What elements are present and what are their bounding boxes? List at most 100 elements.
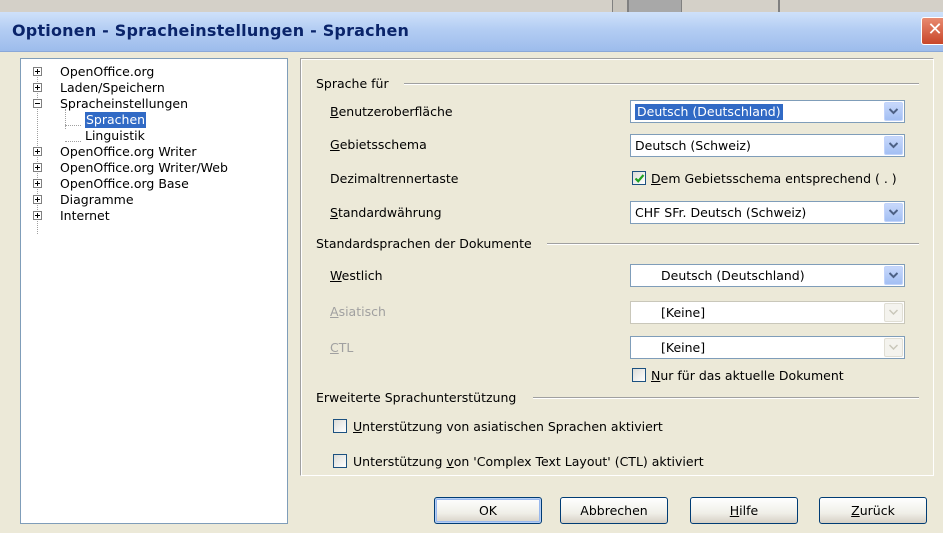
label-text: nterstützung von asiatischen Sprachen ak… xyxy=(362,419,663,434)
label-text: Unterstützung xyxy=(353,454,447,469)
locale-select[interactable]: Deutsch (Schweiz) xyxy=(630,134,905,157)
label-text: on 'Complex Text Layout' (CTL) aktiviert xyxy=(453,454,704,469)
tree-item-label: OpenOffice.org Base xyxy=(60,176,189,191)
label-text: siatisch xyxy=(338,304,386,319)
tree-item-label: Spracheinstellungen xyxy=(60,96,188,111)
currency-select[interactable]: CHF SFr. Deutsch (Schweiz) xyxy=(630,201,905,224)
chevron-down-icon xyxy=(889,309,898,316)
cancel-button[interactable]: Abbrechen xyxy=(560,497,668,524)
asian-language-select[interactable]: [Keine] xyxy=(630,301,905,324)
dropdown-button[interactable] xyxy=(884,303,903,322)
chevron-down-icon xyxy=(889,272,898,279)
label-text: TL xyxy=(338,340,354,355)
mnemonic: H xyxy=(729,503,740,518)
label-text: ilfe xyxy=(739,503,759,518)
mnemonic: W xyxy=(330,268,342,283)
mnemonic: S xyxy=(330,205,338,220)
current-document-only-checkbox[interactable] xyxy=(632,368,646,382)
tree-item-label: Internet xyxy=(60,208,110,223)
ctl-support-checkbox[interactable] xyxy=(333,454,347,468)
ctl-label: CTL xyxy=(330,340,353,356)
decimal-separator-label: Dezimaltrennertaste xyxy=(330,171,459,186)
mnemonic: v xyxy=(446,454,454,469)
tree-item-label: Laden/Speichern xyxy=(60,80,165,95)
tree-item-label: OpenOffice.org Writer xyxy=(60,144,197,159)
title-bar[interactable]: Optionen - Spracheinstellungen - Sprache… xyxy=(0,12,943,52)
chevron-down-icon xyxy=(889,344,898,351)
ctl-support-label[interactable]: Unterstützung von 'Complex Text Layout' … xyxy=(353,454,704,470)
plus-box-icon[interactable] xyxy=(33,179,42,188)
chevron-down-icon xyxy=(889,108,898,115)
asian-support-label[interactable]: Unterstützung von asiatischen Sprachen a… xyxy=(353,419,663,435)
mnemonic: B xyxy=(330,104,339,119)
tree-item-label: Sprachen xyxy=(85,112,147,128)
current-document-only-label[interactable]: Nur für das aktuelle Dokument xyxy=(651,368,844,384)
tree-connector xyxy=(65,125,81,126)
tree-connector xyxy=(65,109,66,129)
options-tree[interactable]: OpenOffice.org Laden/Speichern Sprachein… xyxy=(20,58,288,524)
label-text: estlich xyxy=(341,268,383,283)
label-text: ur für das aktuelle Dokument xyxy=(660,368,844,383)
dropdown-button[interactable] xyxy=(884,266,903,285)
mnemonic: Z xyxy=(851,503,860,518)
mnemonic: A xyxy=(330,304,339,319)
currency-label: Standardwährung xyxy=(330,205,442,221)
plus-box-icon[interactable] xyxy=(33,163,42,172)
tree-item-label: Diagramme xyxy=(60,192,134,207)
checkmark-icon xyxy=(634,174,645,183)
plus-box-icon[interactable] xyxy=(33,67,42,76)
plus-box-icon[interactable] xyxy=(33,195,42,204)
mnemonic: G xyxy=(330,137,340,152)
dropdown-button[interactable] xyxy=(884,338,903,357)
dropdown-button[interactable] xyxy=(884,136,903,155)
close-icon: ✕ xyxy=(927,19,943,40)
locale-label: Gebietsschema xyxy=(330,137,427,153)
section-enhanced-support: Erweiterte Sprachunterstützung xyxy=(316,390,517,405)
western-language-select[interactable]: Deutsch (Deutschland) xyxy=(630,264,905,287)
selected-value: Deutsch (Deutschland) xyxy=(661,268,805,283)
tree-connector xyxy=(65,141,81,142)
selected-value: [Keine] xyxy=(661,340,706,355)
mnemonic: U xyxy=(353,419,363,434)
dropdown-button[interactable] xyxy=(884,203,903,222)
background-window-strip xyxy=(0,0,943,12)
tree-item-label: OpenOffice.org Writer/Web xyxy=(60,160,228,175)
plus-box-icon[interactable] xyxy=(33,211,42,220)
asian-label: Asiatisch xyxy=(330,304,386,320)
close-button[interactable]: ✕ xyxy=(921,17,943,45)
ui-language-label: Benutzeroberfläche xyxy=(330,104,453,120)
background-cell xyxy=(778,0,780,12)
window-title: Optionen - Spracheinstellungen - Sprache… xyxy=(12,21,410,40)
label-text: enutzeroberfläche xyxy=(338,104,453,119)
selected-value: Deutsch (Deutschland) xyxy=(634,103,784,121)
back-button[interactable]: Zurück xyxy=(819,497,927,524)
decimal-separator-checkbox-label[interactable]: Dem Gebietsschema entsprechend ( . ) xyxy=(651,171,897,187)
ok-button[interactable]: OK xyxy=(434,497,542,524)
ui-language-select[interactable]: Deutsch (Deutschland) xyxy=(630,100,905,123)
section-divider xyxy=(404,83,919,85)
selected-value: [Keine] xyxy=(661,305,706,320)
decimal-separator-checkbox[interactable] xyxy=(632,171,646,185)
selected-value: CHF SFr. Deutsch (Schweiz) xyxy=(635,205,807,220)
label-text: urück xyxy=(859,503,895,518)
western-label: Westlich xyxy=(330,268,383,284)
chevron-down-icon xyxy=(889,209,898,216)
label-text: ebietsschema xyxy=(339,137,427,152)
section-language-for: Sprache für xyxy=(316,76,389,91)
dropdown-button[interactable] xyxy=(884,102,903,121)
plus-box-icon[interactable] xyxy=(33,147,42,156)
tree-item-label: OpenOffice.org xyxy=(60,64,155,79)
tree-item-label: Linguistik xyxy=(85,128,145,143)
mnemonic: N xyxy=(651,368,661,383)
plus-box-icon[interactable] xyxy=(33,83,42,92)
section-default-languages: Standardsprachen der Dokumente xyxy=(316,236,532,251)
help-button[interactable]: Hilfe xyxy=(690,497,798,524)
mnemonic: D xyxy=(651,171,661,186)
selected-value: Deutsch (Schweiz) xyxy=(635,138,751,153)
chevron-down-icon xyxy=(889,142,898,149)
mnemonic: C xyxy=(330,340,339,355)
background-cell xyxy=(628,0,682,12)
asian-support-checkbox[interactable] xyxy=(333,419,347,433)
ctl-language-select[interactable]: [Keine] xyxy=(630,336,905,359)
minus-box-icon[interactable] xyxy=(33,99,42,108)
